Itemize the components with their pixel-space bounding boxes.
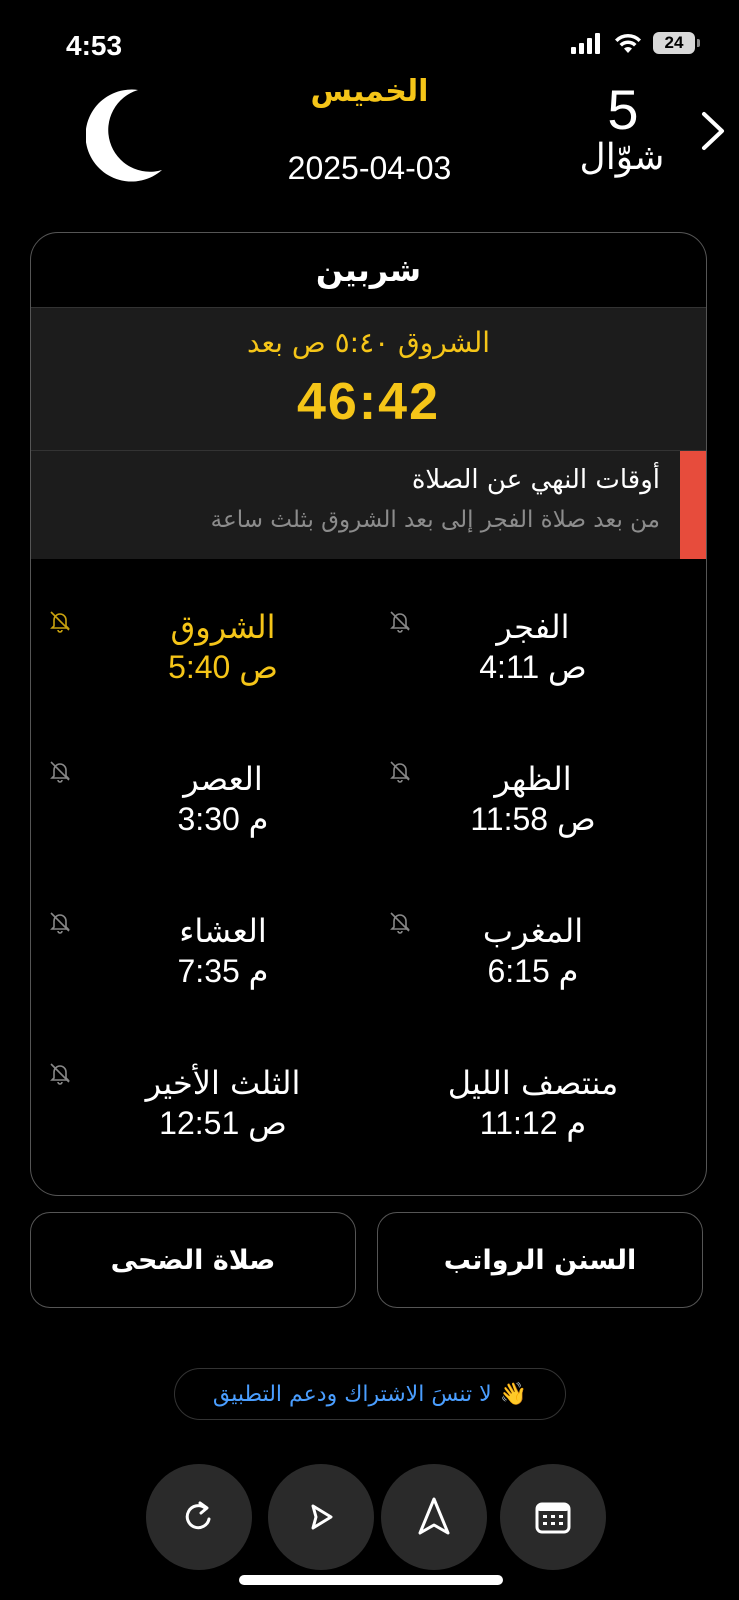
countdown-timer: 46:42 bbox=[297, 373, 440, 431]
notice-subtitle: من بعد صلاة الفجر إلى بعد الشروق بثلث سا… bbox=[210, 507, 660, 533]
sunan-rawatib-button[interactable]: السنن الرواتب bbox=[377, 1212, 703, 1308]
refresh-icon bbox=[185, 1501, 211, 1530]
duha-prayer-button[interactable]: صلاة الضحى bbox=[30, 1212, 356, 1308]
prayer-times-card: شربين الشروق ٥:٤٠ ص بعد 46:42 أوقات النه… bbox=[30, 232, 707, 1196]
countdown-panel: الشروق ٥:٤٠ ص بعد 46:42 bbox=[31, 307, 706, 451]
status-time: 4:53 bbox=[66, 30, 123, 61]
prayer-shurooq: الشروق 5:40 ص bbox=[83, 607, 363, 687]
next-prayer-label: الشروق ٥:٤٠ ص بعد bbox=[246, 326, 491, 359]
refresh-button[interactable] bbox=[146, 1464, 252, 1570]
city-name: شربين bbox=[315, 251, 422, 289]
prayer-name: الثلث الأخير bbox=[145, 1064, 301, 1102]
hijri-day: 5 bbox=[607, 78, 639, 141]
prayer-name: الشروق bbox=[170, 608, 276, 646]
prayer-time: 11:58 ص bbox=[470, 801, 596, 837]
support-banner[interactable]: لا تنسَ الاشتراك ودعم التطبيق 👋 bbox=[174, 1368, 566, 1420]
status-icons: 24 bbox=[571, 32, 700, 54]
prayer-name: منتصف الليل bbox=[447, 1064, 619, 1102]
wifi-icon bbox=[615, 33, 641, 53]
prayer-name: العصر bbox=[183, 760, 263, 798]
prayer-fajr: الفجر 4:11 ص bbox=[393, 607, 673, 687]
bell-off-icon[interactable] bbox=[388, 609, 412, 633]
bell-off-icon[interactable] bbox=[48, 910, 72, 934]
play-button[interactable] bbox=[268, 1464, 374, 1570]
prayer-time: 6:15 م bbox=[487, 953, 579, 989]
prayer-time: 12:51 ص bbox=[159, 1105, 287, 1141]
prayer-time: 7:35 م bbox=[177, 953, 269, 989]
battery-icon: 24 bbox=[653, 32, 700, 54]
calendar-button[interactable] bbox=[500, 1464, 606, 1570]
home-indicator[interactable] bbox=[239, 1575, 503, 1585]
qibla-compass-button[interactable] bbox=[381, 1464, 487, 1570]
bell-off-icon[interactable] bbox=[48, 609, 72, 633]
prayer-time: 4:11 ص bbox=[479, 649, 587, 685]
wave-emoji-icon: 👋 bbox=[499, 1381, 528, 1407]
prayer-name: الظهر bbox=[494, 760, 572, 798]
cellular-signal-icon bbox=[571, 33, 600, 54]
support-text: لا تنسَ الاشتراك ودعم التطبيق bbox=[212, 1381, 492, 1407]
bell-off-icon[interactable] bbox=[388, 910, 412, 934]
play-icon bbox=[311, 1504, 333, 1530]
prayer-time: 5:40 ص bbox=[168, 649, 278, 685]
hijri-month: شوّال bbox=[579, 137, 665, 178]
forbidden-times-notice[interactable]: أوقات النهي عن الصلاة من بعد صلاة الفجر … bbox=[31, 451, 706, 559]
prayer-isha: العشاء 7:35 م bbox=[83, 911, 363, 991]
prayer-midnight: منتصف الليل 11:12 م bbox=[393, 1063, 673, 1143]
bell-off-icon[interactable] bbox=[48, 1061, 72, 1085]
chevron-right-icon[interactable] bbox=[694, 108, 730, 154]
prayer-maghrib: المغرب 6:15 م bbox=[393, 911, 673, 991]
battery-level: 24 bbox=[664, 33, 684, 52]
prayer-dhuhr: الظهر 11:58 ص bbox=[393, 759, 673, 839]
bell-off-icon[interactable] bbox=[48, 759, 72, 783]
prayer-name: العشاء bbox=[179, 912, 267, 950]
prayer-time: 3:30 م bbox=[177, 801, 269, 837]
prayer-name: المغرب bbox=[482, 912, 584, 950]
prayer-name: الفجر bbox=[496, 608, 570, 646]
prayer-time: 11:12 م bbox=[479, 1105, 587, 1141]
notice-title: أوقات النهي عن الصلاة bbox=[411, 465, 660, 495]
bell-off-icon[interactable] bbox=[388, 759, 412, 783]
prayer-asr: العصر 3:30 م bbox=[83, 759, 363, 839]
compass-icon bbox=[418, 1497, 450, 1535]
notice-accent-bar bbox=[680, 451, 706, 559]
prayer-last-third: الثلث الأخير 12:51 ص bbox=[83, 1063, 363, 1143]
calendar-icon bbox=[535, 1502, 571, 1534]
